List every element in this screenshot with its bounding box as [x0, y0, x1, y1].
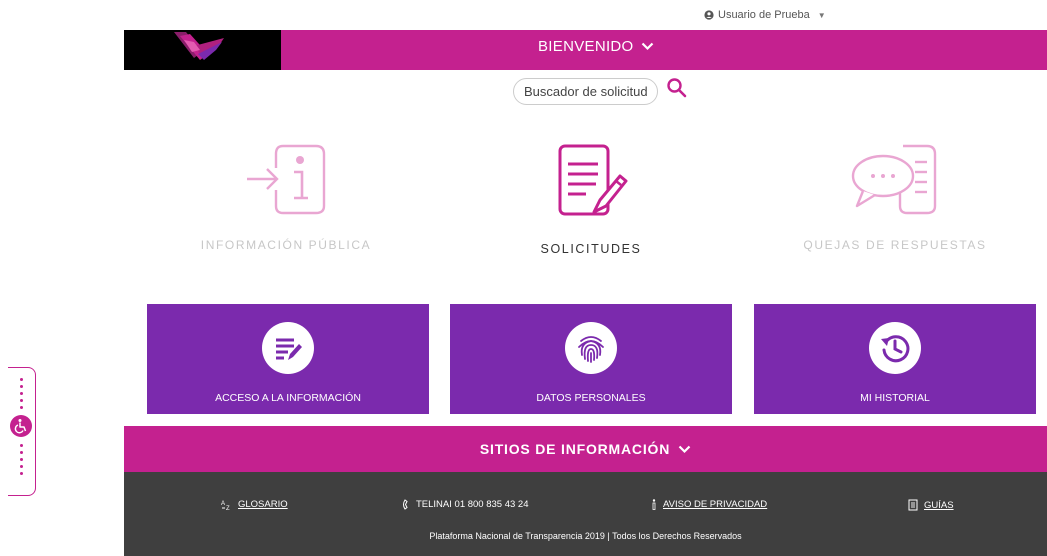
card-label: DATOS PERSONALES: [536, 392, 646, 404]
user-name: Usuario de Prueba: [718, 9, 810, 21]
welcome-dropdown[interactable]: BIENVENIDO: [538, 38, 654, 55]
card-label: MI HISTORIAL: [860, 392, 930, 404]
feature-informacion-publica[interactable]: INFORMACIÓN PÚBLICA: [136, 140, 436, 252]
card-label: ACCESO A LA INFORMACIÓN: [215, 392, 361, 404]
feature-label: SOLICITUDES: [540, 242, 642, 256]
info-document-icon: [247, 144, 326, 215]
svg-text:Z: Z: [226, 506, 230, 510]
card-acceso-a-la-informacion[interactable]: ACCESO A LA INFORMACIÓN: [147, 304, 429, 414]
glossary-icon: A Z: [221, 501, 230, 510]
footer-link-aviso[interactable]: AVISO DE PRIVACIDAD: [651, 499, 767, 510]
search-button[interactable]: [666, 77, 688, 99]
sites-label[interactable]: SITIOS DE INFORMACIÓN: [480, 441, 670, 457]
guide-book-icon: [908, 499, 918, 511]
footer-phone: TELINAI 01 800 835 43 24: [402, 499, 529, 510]
footer: A Z GLOSARIO TELINAI 01 800 835 43 24 AV…: [124, 472, 1047, 556]
search-icon: [667, 78, 687, 98]
logo-graphic: [174, 32, 224, 60]
card-icon-circle: [869, 322, 921, 374]
feature-solicitudes[interactable]: SOLICITUDES: [441, 140, 741, 256]
chevron-down-icon: [641, 42, 653, 51]
chat-document-icon: [851, 144, 937, 215]
search-input[interactable]: [513, 78, 658, 105]
copyright: Plataforma Nacional de Transparencia 201…: [429, 531, 742, 541]
feature-quejas-de-respuestas[interactable]: QUEJAS DE RESPUESTAS: [745, 140, 1045, 252]
card-icon-circle: [565, 322, 617, 374]
welcome-label: BIENVENIDO: [538, 38, 634, 55]
logo[interactable]: [124, 30, 281, 70]
phone-text: TELINAI 01 800 835 43 24: [416, 499, 529, 510]
sitios-de-informacion-bar: SITIOS DE INFORMACIÓN: [124, 426, 1047, 472]
card-mi-historial[interactable]: MI HISTORIAL: [754, 304, 1036, 414]
caret-down-icon: ▼: [817, 10, 826, 20]
chevron-down-icon[interactable]: [678, 445, 691, 454]
feature-label: INFORMACIÓN PÚBLICA: [200, 238, 372, 252]
history-icon: [881, 335, 910, 363]
feature-label: QUEJAS DE RESPUESTAS: [803, 238, 987, 252]
phone-icon: [403, 499, 408, 510]
request-document-icon: [558, 144, 628, 216]
user-menu[interactable]: Usuario de Prueba ▼: [704, 9, 826, 21]
footer-link-guias[interactable]: GUÍAS: [908, 499, 954, 511]
privacy-link[interactable]: AVISO DE PRIVACIDAD: [663, 499, 767, 510]
glossary-link[interactable]: GLOSARIO: [238, 499, 288, 510]
guides-link[interactable]: GUÍAS: [924, 500, 954, 511]
fingerprint-icon: [578, 336, 604, 363]
dots-bottom: [20, 444, 23, 475]
wheelchair-icon: [10, 415, 32, 437]
top-bar: BIENVENIDO: [124, 30, 1047, 70]
svg-text:A: A: [221, 501, 225, 507]
info-icon: [652, 499, 656, 510]
card-icon-circle: [262, 322, 314, 374]
edit-document-icon: [276, 338, 302, 360]
footer-link-glosario[interactable]: A Z GLOSARIO: [221, 499, 288, 510]
card-datos-personales[interactable]: DATOS PERSONALES: [450, 304, 732, 414]
user-circle-icon: [704, 10, 714, 20]
accessibility-tab[interactable]: [8, 367, 36, 496]
dots-top: [20, 378, 23, 409]
